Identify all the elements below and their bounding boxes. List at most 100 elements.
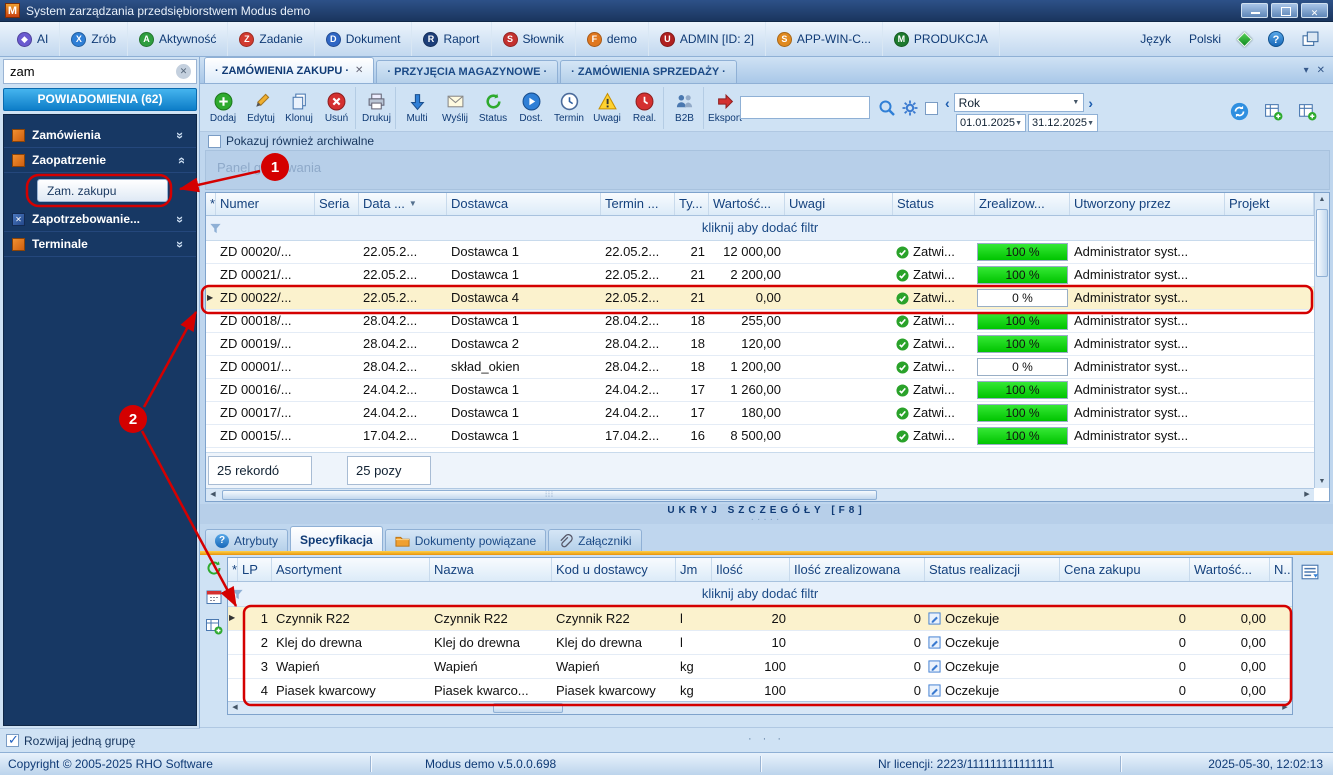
grid-add-icon[interactable] <box>205 617 223 635</box>
ribbon-item[interactable]: M PRODUKCJA <box>883 22 1000 56</box>
status-diamond-icon[interactable] <box>1236 31 1253 47</box>
scroll-up-arrow[interactable] <box>1315 193 1329 206</box>
tab-przyjecia-magazynowe[interactable]: · PRZYJĘCIA MAGAZYNOWE · <box>376 60 559 83</box>
sidebar-group-zamowienia[interactable]: Zamówienia <box>4 123 196 148</box>
column-header-lp[interactable]: LP <box>238 558 272 581</box>
detail-tab-atrybuty[interactable]: Atrybuty <box>205 529 289 552</box>
calendar-icon[interactable] <box>205 588 223 606</box>
scrollbar-thumb[interactable] <box>493 703 563 713</box>
toolbar-button-wyslij[interactable]: Wyślij <box>436 87 474 129</box>
specification-filter-row[interactable]: kliknij aby dodać filtr <box>228 582 1292 607</box>
group-by-panel[interactable]: Panel grupowania <box>205 150 1330 190</box>
toolbar-button-edytuj[interactable]: Edytuj <box>242 87 280 129</box>
ribbon-item[interactable]: A Aktywność <box>128 22 229 56</box>
tab-close-icon[interactable] <box>355 65 363 76</box>
ribbon-item[interactable]: X Zrób <box>60 22 129 56</box>
sidebar-search-input[interactable] <box>4 64 176 79</box>
toolbar-button-usun[interactable]: Usuń <box>318 87 356 129</box>
tab-list-chevron-icon[interactable]: ▾ <box>1304 65 1309 76</box>
windows-icon[interactable] <box>1302 31 1319 47</box>
bottom-splitter[interactable] <box>200 727 1333 752</box>
column-header-projekt[interactable]: Projekt <box>1225 193 1314 215</box>
filter-option-checkbox[interactable] <box>925 102 938 115</box>
toolbar-button-termin[interactable]: Termin <box>550 87 588 129</box>
ribbon-item[interactable]: R Raport <box>412 22 492 56</box>
order-row[interactable]: ZD 00020/... 22.05.2... Dostawca 1 22.05… <box>206 241 1314 264</box>
toolbar-button-klonuj[interactable]: Klonuj <box>280 87 318 129</box>
sidebar-group-terminale[interactable]: Terminale <box>4 232 196 257</box>
tabbar-close-icon[interactable]: ✕ <box>1317 65 1325 76</box>
search-icon[interactable] <box>878 99 896 117</box>
toolbar-button-eksport[interactable]: Eksport <box>706 87 744 129</box>
refresh-icon[interactable] <box>205 559 223 577</box>
order-row[interactable]: ZD 00018/... 28.04.2... Dostawca 1 28.04… <box>206 310 1314 333</box>
ribbon-item[interactable]: S APP-WIN-C... <box>766 22 883 56</box>
column-header-wartosc[interactable]: Wartość... <box>709 193 785 215</box>
column-header-ilosc[interactable]: Ilość <box>712 558 790 581</box>
expand-one-group-checkbox[interactable] <box>6 732 19 748</box>
help-icon[interactable]: ? <box>1268 31 1284 47</box>
column-header-kod[interactable]: Kod u dostawcy <box>552 558 676 581</box>
toolbar-button-real[interactable]: Real. <box>626 87 664 129</box>
detail-tab-zalaczniki[interactable]: Załączniki <box>548 529 642 552</box>
scroll-left-arrow[interactable] <box>206 489 220 501</box>
period-next-button[interactable] <box>1088 94 1093 112</box>
column-header-data[interactable]: Data ... <box>359 193 447 215</box>
grid-add-icon[interactable] <box>1264 102 1283 121</box>
toolbar-button-dodaj[interactable]: Dodaj <box>204 87 242 129</box>
toolbar-button-multi[interactable]: Multi <box>398 87 436 129</box>
maximize-button[interactable] <box>1271 3 1298 18</box>
order-row[interactable]: ZD 00022/... 22.05.2... Dostawca 4 22.05… <box>206 287 1314 310</box>
ribbon-item[interactable]: D Dokument <box>315 22 413 56</box>
scroll-down-arrow[interactable] <box>1315 475 1329 488</box>
column-header-status-realizacji[interactable]: Status realizacji <box>925 558 1060 581</box>
order-row[interactable]: ZD 00001/... 28.04.2... skład_okien 28.0… <box>206 356 1314 379</box>
sidebar-item-zam-zakupu[interactable]: Zam. zakupu <box>37 179 168 202</box>
order-row[interactable]: ZD 00016/... 24.04.2... Dostawca 1 24.04… <box>206 379 1314 402</box>
specification-row[interactable]: 2 Klej do drewna Klej do drewna Klej do … <box>228 631 1292 655</box>
tab-zamowienia-zakupu[interactable]: · ZAMÓWIENIA ZAKUPU · <box>204 57 375 83</box>
period-select[interactable]: Rok <box>953 93 1085 112</box>
orders-filter-row[interactable]: kliknij aby dodać filtr <box>206 216 1314 241</box>
specification-row[interactable]: 4 Piasek kwarcowy Piasek kwarco... Piase… <box>228 679 1292 703</box>
toolbar-button-dost[interactable]: Dost. <box>512 87 550 129</box>
ribbon-item[interactable]: Z Zadanie <box>228 22 315 56</box>
vertical-scrollbar[interactable] <box>1314 193 1329 488</box>
date-from-select[interactable]: 01.01.2025 <box>956 114 1026 132</box>
column-header-zrealizowano[interactable]: Zrealizow... <box>975 193 1070 215</box>
scrollbar-thumb[interactable] <box>1316 209 1328 277</box>
order-row[interactable]: ZD 00019/... 28.04.2... Dostawca 2 28.04… <box>206 333 1314 356</box>
ribbon-item[interactable]: U ADMIN [ID: 2] <box>649 22 766 56</box>
order-row[interactable]: ZD 00015/... 17.04.2... Dostawca 1 17.04… <box>206 425 1314 448</box>
toolbar-button-uwagi[interactable]: Uwagi <box>588 87 626 129</box>
specification-row[interactable]: 1 Czynnik R22 Czynnik R22 Czynnik R22 l … <box>228 607 1292 631</box>
toolbar-button-status[interactable]: Status <box>474 87 512 129</box>
column-header-tydzien[interactable]: Ty... <box>675 193 709 215</box>
column-header-utworzony[interactable]: Utworzony przez <box>1070 193 1225 215</box>
ribbon-item[interactable]: F demo <box>576 22 649 56</box>
grid-add-icon[interactable] <box>1298 102 1317 121</box>
order-row[interactable]: ZD 00021/... 22.05.2... Dostawca 1 22.05… <box>206 264 1314 287</box>
column-header-termin[interactable]: Termin ... <box>601 193 675 215</box>
column-header-asortyment[interactable]: Asortyment <box>272 558 430 581</box>
date-to-select[interactable]: 31.12.2025 <box>1028 114 1098 132</box>
sync-icon[interactable] <box>1230 102 1249 121</box>
detail-tab-dokumenty-powiazane[interactable]: Dokumenty powiązane <box>384 529 547 552</box>
sidebar-group-zapotrzebowanie[interactable]: Zapotrzebowanie... <box>4 207 196 232</box>
grid-search-input[interactable] <box>740 96 870 119</box>
column-chooser-icon[interactable] <box>1301 563 1319 581</box>
details-splitter[interactable]: UKRYJ SZCZEGÓŁY [F8] <box>200 504 1333 524</box>
column-header-numer[interactable]: Numer <box>216 193 315 215</box>
tab-zamowienia-sprzedazy[interactable]: · ZAMÓWIENIA SPRZEDAŻY · <box>560 60 737 83</box>
column-header-seria[interactable]: Seria <box>315 193 359 215</box>
specification-row[interactable]: 3 Wapień Wapień Wapień kg 100 0 Oczekuje <box>228 655 1292 679</box>
close-button[interactable] <box>1301 3 1328 18</box>
scroll-right-arrow[interactable] <box>1278 702 1292 714</box>
horizontal-scrollbar[interactable] <box>206 488 1314 501</box>
ribbon-item[interactable]: ◆ AI <box>6 22 61 56</box>
toolbar-button-drukuj[interactable]: Drukuj <box>358 87 396 129</box>
column-header-status[interactable]: Status <box>893 193 975 215</box>
order-row[interactable]: ZD 00017/... 24.04.2... Dostawca 1 24.04… <box>206 402 1314 425</box>
column-header-uwagi[interactable]: Uwagi <box>785 193 893 215</box>
notifications-button[interactable]: POWIADOMIENIA (62) <box>3 88 197 111</box>
